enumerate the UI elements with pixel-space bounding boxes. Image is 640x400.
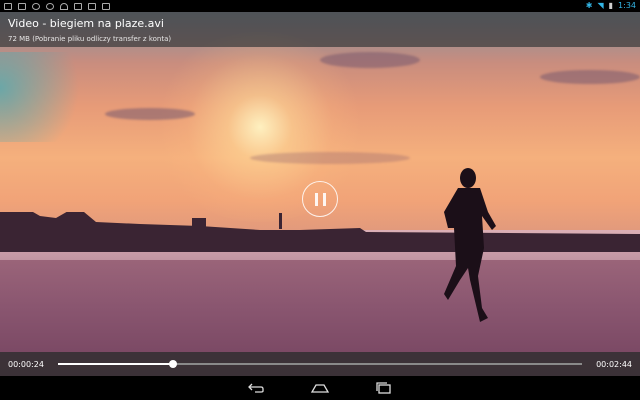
headphones-icon	[60, 2, 68, 10]
recent-apps-button[interactable]	[372, 380, 396, 396]
playback-controls: 00:00:24 00:02:44	[0, 352, 640, 376]
video-icon	[74, 2, 82, 10]
upload-icon	[32, 2, 40, 10]
wifi-icon: ◥	[597, 1, 604, 10]
seek-progress	[58, 363, 174, 365]
recent-apps-icon	[376, 382, 391, 394]
home-button[interactable]	[308, 380, 332, 396]
home-icon	[310, 384, 330, 393]
video-icon	[88, 2, 96, 10]
total-time: 00:02:44	[596, 359, 632, 369]
pause-icon	[314, 192, 318, 206]
current-time: 00:00:24	[8, 359, 44, 369]
navigation-bar	[0, 376, 640, 400]
back-button[interactable]	[244, 380, 268, 396]
back-icon	[248, 383, 264, 393]
seek-bar[interactable]	[58, 360, 582, 368]
status-time: 1:34	[618, 1, 636, 10]
bluetooth-icon: ✱	[585, 1, 593, 10]
video-icon	[102, 2, 110, 10]
battery-icon: ▮	[608, 1, 614, 10]
photo-icon	[4, 2, 12, 10]
video-subtitle: 72 MB (Pobranie pliku odliczy transfer z…	[8, 35, 172, 43]
coastline-silhouette	[0, 212, 640, 252]
video-title: Video - biegiem na plaze.avi	[8, 17, 164, 30]
pause-button[interactable]	[302, 181, 338, 217]
image-icon	[18, 2, 26, 10]
system-icons: ✱ ◥ ▮ 1:34	[586, 1, 636, 11]
notification-icons	[4, 2, 110, 10]
clock-icon	[46, 2, 54, 10]
runner-silhouette	[444, 168, 496, 322]
status-bar: ✱ ◥ ▮ 1:34	[0, 0, 640, 12]
video-info-bar: Video - biegiem na plaze.avi 72 MB (Pobr…	[0, 12, 640, 47]
seek-handle[interactable]	[169, 360, 178, 368]
